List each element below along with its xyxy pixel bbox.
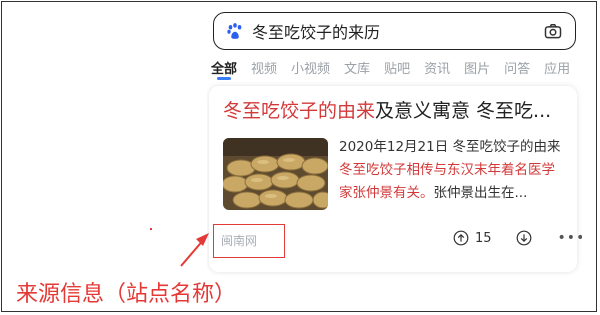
- thumb-down-arrow-icon[interactable]: [516, 230, 532, 246]
- mobile-search-page: 冬至吃饺子的来历 全部 视频 小视频 文库 贴吧 资讯 图片 问答 应用 冬至吃…: [207, 6, 582, 276]
- snippet-date: 2020年12月21日: [339, 139, 449, 155]
- source-site-name[interactable]: 闽南网: [221, 232, 257, 249]
- dumplings-thumbnail[interactable]: [223, 138, 328, 210]
- search-bar[interactable]: 冬至吃饺子的来历: [213, 12, 576, 50]
- result-actions: 15 •••: [453, 230, 582, 246]
- result-title-highlight: 冬至吃饺子的由来: [223, 100, 376, 122]
- result-title[interactable]: 冬至吃饺子的由来及意义寓意 冬至吃...: [223, 98, 568, 124]
- annotation-dot: [150, 228, 152, 230]
- tab-images[interactable]: 图片: [464, 56, 490, 77]
- tab-all[interactable]: 全部: [211, 56, 237, 80]
- tab-news[interactable]: 资讯: [424, 56, 450, 77]
- tab-short-video[interactable]: 小视频: [291, 56, 330, 77]
- tab-qa[interactable]: 问答: [504, 56, 530, 77]
- camera-icon[interactable]: [543, 21, 563, 41]
- result-title-rest: 及意义寓意 冬至吃...: [375, 100, 552, 122]
- result-snippet: 2020年12月21日 冬至吃饺子的由来冬至吃饺子相传与东汉末年着名医学家张仲景…: [339, 136, 567, 205]
- snippet-tail: 张仲景出生在...: [433, 185, 528, 201]
- search-input[interactable]: 冬至吃饺子的来历: [252, 19, 543, 43]
- annotation-label: 来源信息（站点名称）: [16, 282, 237, 307]
- tab-tieba[interactable]: 贴吧: [384, 56, 410, 77]
- baidu-paw-icon: [227, 23, 242, 39]
- more-dots-icon[interactable]: •••: [558, 230, 582, 246]
- search-result-card[interactable]: 冬至吃饺子的由来及意义寓意 冬至吃... 2020年12月21日 冬至吃饺子的由…: [209, 86, 582, 272]
- snippet-lead: 冬至吃饺子的由来: [452, 139, 561, 155]
- like-count: 15: [475, 230, 492, 246]
- tab-apps[interactable]: 应用: [544, 56, 570, 77]
- tab-library[interactable]: 文库: [344, 56, 370, 77]
- search-tabs: 全部 视频 小视频 文库 贴吧 资讯 图片 问答 应用: [211, 56, 581, 82]
- tab-video[interactable]: 视频: [251, 56, 277, 77]
- thumb-up-arrow-icon[interactable]: [453, 230, 469, 246]
